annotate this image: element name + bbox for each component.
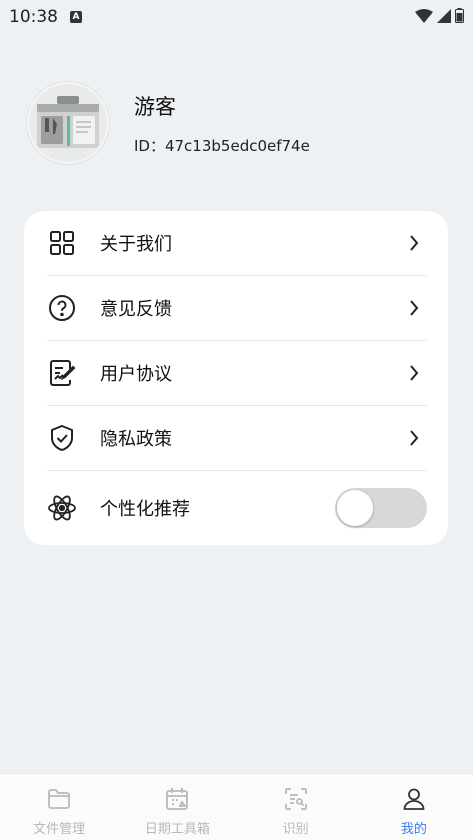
tab-date-toolbox[interactable]: 日期工具箱 bbox=[118, 774, 236, 840]
chevron-right-icon bbox=[409, 300, 423, 316]
chevron-right-icon bbox=[409, 235, 423, 251]
toolbox-icon bbox=[37, 96, 99, 148]
settings-menu: 关于我们 意见反馈 用户协议 隐私政策 个性化推荐 bbox=[24, 211, 448, 545]
tab-label: 我的 bbox=[400, 822, 427, 837]
atom-icon bbox=[47, 493, 77, 523]
chevron-right-icon bbox=[409, 365, 423, 381]
menu-item-label: 意见反馈 bbox=[100, 299, 172, 320]
wifi-icon bbox=[415, 8, 433, 27]
menu-item-label: 关于我们 bbox=[100, 234, 172, 255]
bottom-nav: 文件管理 日期工具箱 识别 我的 bbox=[0, 773, 473, 840]
avatar[interactable] bbox=[27, 82, 109, 164]
toggle-knob bbox=[337, 490, 373, 526]
user-name: 游客 bbox=[134, 94, 176, 119]
tab-file-management[interactable]: 文件管理 bbox=[0, 774, 118, 840]
shield-check-icon bbox=[47, 423, 77, 453]
document-edit-icon bbox=[47, 358, 77, 388]
profile-header: 游客 ID：47c13b5edc0ef74e bbox=[27, 82, 310, 164]
menu-item-label: 隐私政策 bbox=[100, 429, 172, 450]
menu-item-label: 用户协议 bbox=[100, 364, 172, 385]
user-icon bbox=[401, 786, 427, 812]
notification-badge: A bbox=[70, 11, 82, 23]
personalized-recommendation-toggle[interactable] bbox=[335, 488, 427, 528]
menu-item-personalized-recommendation: 个性化推荐 bbox=[47, 473, 427, 543]
scan-icon bbox=[283, 786, 309, 812]
tab-label: 识别 bbox=[282, 822, 309, 837]
menu-item-label: 个性化推荐 bbox=[100, 499, 190, 520]
menu-item-feedback[interactable]: 意见反馈 bbox=[47, 276, 427, 341]
tab-recognize[interactable]: 识别 bbox=[237, 774, 355, 840]
chevron-right-icon bbox=[409, 430, 423, 446]
status-bar: 10:38 A bbox=[0, 0, 473, 34]
signal-icon bbox=[437, 8, 451, 27]
menu-item-privacy-policy[interactable]: 隐私政策 bbox=[47, 406, 427, 471]
battery-icon bbox=[455, 7, 464, 27]
tab-label: 文件管理 bbox=[33, 822, 86, 837]
tab-label: 日期工具箱 bbox=[144, 822, 210, 837]
status-time: 10:38 bbox=[9, 7, 58, 27]
grid-icon bbox=[47, 228, 77, 258]
tab-mine[interactable]: 我的 bbox=[355, 774, 473, 840]
folder-icon bbox=[46, 786, 72, 812]
question-icon bbox=[47, 293, 77, 323]
menu-item-about-us[interactable]: 关于我们 bbox=[47, 211, 427, 276]
status-indicators bbox=[415, 7, 464, 27]
menu-item-user-agreement[interactable]: 用户协议 bbox=[47, 341, 427, 406]
user-id: ID：47c13b5edc0ef74e bbox=[134, 136, 310, 155]
calendar-icon bbox=[164, 786, 190, 812]
